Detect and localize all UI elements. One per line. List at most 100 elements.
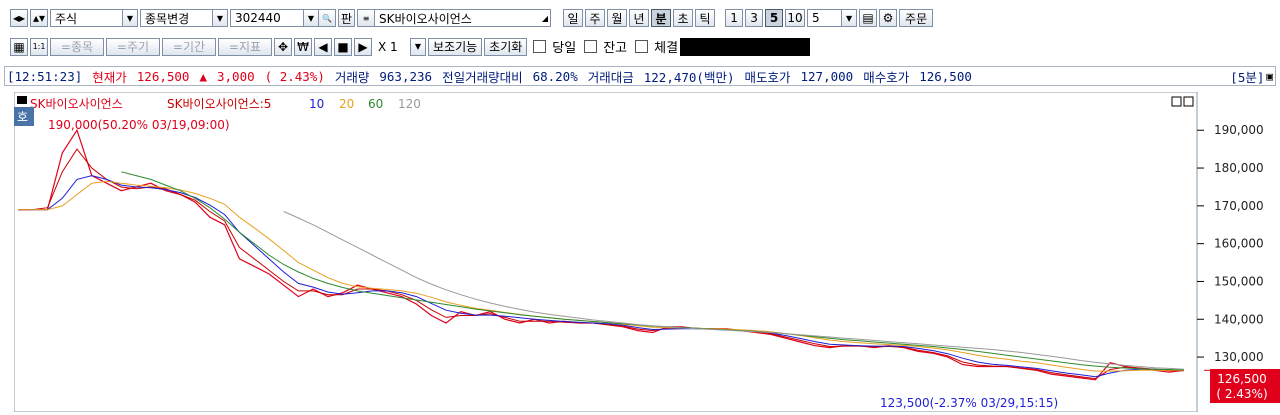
interval-select[interactable]: 5 ▼ [807, 9, 858, 27]
info-price: 126,500 [136, 68, 190, 84]
won-icon[interactable]: ₩ [294, 37, 312, 56]
save-icon[interactable]: ▤ [859, 9, 878, 27]
y-tick-label: 190,000 [1214, 123, 1264, 137]
stock-name-field[interactable]: ≡ SK바이오사이언스 ◢ [357, 9, 552, 27]
plot-area[interactable] [13, 91, 1198, 413]
today-checkbox-box[interactable] [533, 40, 547, 53]
y-tick-label: 140,000 [1214, 312, 1264, 326]
legend-swatch-icon [17, 96, 27, 104]
link-range-button[interactable]: =기간 [162, 37, 216, 56]
chevron-down-icon[interactable]: ▼ [410, 37, 426, 56]
info-ask-label: 매도호가 [744, 69, 791, 85]
balance-label: 잔고 [603, 41, 628, 56]
link-indicator-button[interactable]: =지표 [218, 37, 272, 56]
y-tick-label: 150,000 [1214, 274, 1264, 288]
stock-name-value: SK바이오사이언스 [379, 11, 472, 26]
left-arrow-icon[interactable]: ◀ [314, 37, 332, 56]
tab-minute[interactable]: 분 [651, 9, 672, 27]
gear-icon[interactable]: ⚙ [879, 9, 898, 27]
interval-1-button[interactable]: 1 [725, 9, 744, 27]
multiplier-select[interactable]: X 1 ▼ [374, 37, 426, 56]
legend-ma120: 120 [398, 97, 421, 111]
info-volume-label: 거래량 [334, 69, 370, 85]
info-value-label: 거래대금 [587, 69, 634, 85]
info-bid-label: 매수호가 [863, 69, 910, 85]
balance-checkbox[interactable]: 잔고 [584, 37, 627, 56]
one-to-one-icon[interactable]: 1:1 [30, 37, 48, 56]
search-icon[interactable]: 🔍 [318, 10, 335, 26]
tab-week[interactable]: 주 [585, 9, 606, 27]
legend-ma20: 20 [339, 97, 354, 111]
chevron-down-icon[interactable]: ▼ [841, 10, 857, 26]
market-select[interactable]: 주식 ▼ [50, 9, 138, 27]
change-item-select[interactable]: 종목변경 ▼ [140, 9, 228, 27]
reset-button[interactable]: 초기화 [484, 37, 528, 56]
tab-second[interactable]: 초 [673, 9, 694, 27]
info-change-arrow: ▲ [199, 68, 207, 84]
code-input[interactable]: 302440 ▼ 🔍 [230, 9, 336, 27]
interval-5-button[interactable]: 5 [765, 9, 784, 27]
up-down-arrows-icon[interactable]: ▴▾ [30, 9, 48, 27]
current-price-pct: ( 2.43%) [1216, 387, 1267, 401]
link-item-button[interactable]: =종목 [50, 37, 104, 56]
chevron-down-icon[interactable]: ▼ [303, 10, 318, 26]
close-panel-icon[interactable] [1183, 96, 1194, 107]
price-info-bar: [12:51:23] 현재가 126,500 ▲ 3,000 ( 2.43%) … [4, 66, 1276, 86]
move-icon[interactable]: ✥ [274, 37, 292, 56]
interval-3-button[interactable]: 3 [745, 9, 764, 27]
y-tick-label: 170,000 [1214, 199, 1264, 213]
chevron-down-icon[interactable]: ▼ [212, 10, 227, 26]
today-checkbox[interactable]: 당일 [533, 37, 576, 56]
info-time: [12:51:23] [7, 68, 83, 84]
price-chart-svg[interactable]: 130,000 140,000 150,000 160,000 170,000 180,0… [12, 91, 1280, 413]
interval-10-button[interactable]: 10 [785, 9, 806, 27]
info-prev-ratio: 68.20% [532, 68, 578, 84]
tab-day[interactable]: 일 [563, 9, 584, 27]
y-tick-label: 180,000 [1214, 161, 1264, 175]
low-annotation: 123,500(-2.37% 03/29,15:15) [880, 396, 1058, 410]
restore-icon[interactable] [1171, 96, 1182, 107]
info-change: 3,000 [217, 68, 255, 84]
right-arrow-icon[interactable]: ▶ [354, 37, 372, 56]
toolbar-row-1: ◂▸ ▴▾ 주식 ▼ 종목변경 ▼ 302440 ▼ 🔍 판 ≡ SK바이오사이… [0, 6, 1280, 30]
link-period-button[interactable]: =주기 [106, 37, 160, 56]
tab-month[interactable]: 월 [607, 9, 628, 27]
multiplier-value: X 1 [378, 39, 398, 54]
info-change-pct: ( 2.43%) [264, 68, 325, 84]
prev-next-arrows-icon[interactable]: ◂▸ [10, 9, 28, 27]
redacted-box [680, 37, 811, 56]
aux-function-button[interactable]: 보조기능 [428, 37, 483, 56]
info-interval-tag: [5분] [1230, 69, 1265, 85]
fill-label: 체결 [654, 41, 679, 56]
high-annotation: 190,000(50.20% 03/19,09:00) [48, 118, 230, 132]
fill-checkbox-box[interactable] [635, 40, 649, 53]
y-tick-label: 160,000 [1214, 237, 1264, 251]
fill-checkbox[interactable]: 체결 [635, 37, 678, 56]
info-price-label: 현재가 [92, 69, 127, 85]
resize-corner-icon: ◢ [541, 13, 549, 23]
ban-button[interactable]: 판 [338, 9, 356, 27]
stop-icon[interactable]: ■ [334, 37, 352, 56]
current-price-value: 126,500 [1217, 372, 1267, 386]
legend-ma10: 10 [309, 97, 324, 111]
grid-icon[interactable]: ▦ [10, 37, 28, 56]
grid-lines [1197, 129, 1204, 358]
code-value: 302440 [235, 11, 281, 25]
info-prev-ratio-label: 전일거래량대비 [442, 69, 523, 85]
toolbar-row-2: ▦ 1:1 =종목 =주기 =기간 =지표 ✥ ₩ ◀ ■ ▶ X 1 ▼ 보조… [0, 35, 1280, 58]
tab-year[interactable]: 년 [629, 9, 650, 27]
info-volume: 963,236 [379, 68, 433, 84]
tab-tick[interactable]: 틱 [695, 9, 716, 27]
stock-icon: ≡ [358, 10, 376, 26]
info-ask: 127,000 [800, 68, 854, 84]
order-button[interactable]: 주문 [899, 9, 934, 27]
interval-select-value: 5 [812, 11, 820, 25]
chevron-down-icon[interactable]: ▼ [122, 10, 137, 26]
maximize-icon[interactable]: ▣ [1266, 70, 1273, 83]
balance-checkbox-box[interactable] [584, 40, 598, 53]
legend-series-name: SK바이오사이언스 [30, 97, 123, 111]
legend-ma60: 60 [368, 97, 383, 111]
price-chart[interactable]: 130,000 140,000 150,000 160,000 170,000 180,0… [12, 91, 1280, 413]
y-axis: 130,000 140,000 150,000 160,000 170,000 180,0… [1214, 123, 1264, 364]
today-label: 당일 [552, 41, 577, 56]
